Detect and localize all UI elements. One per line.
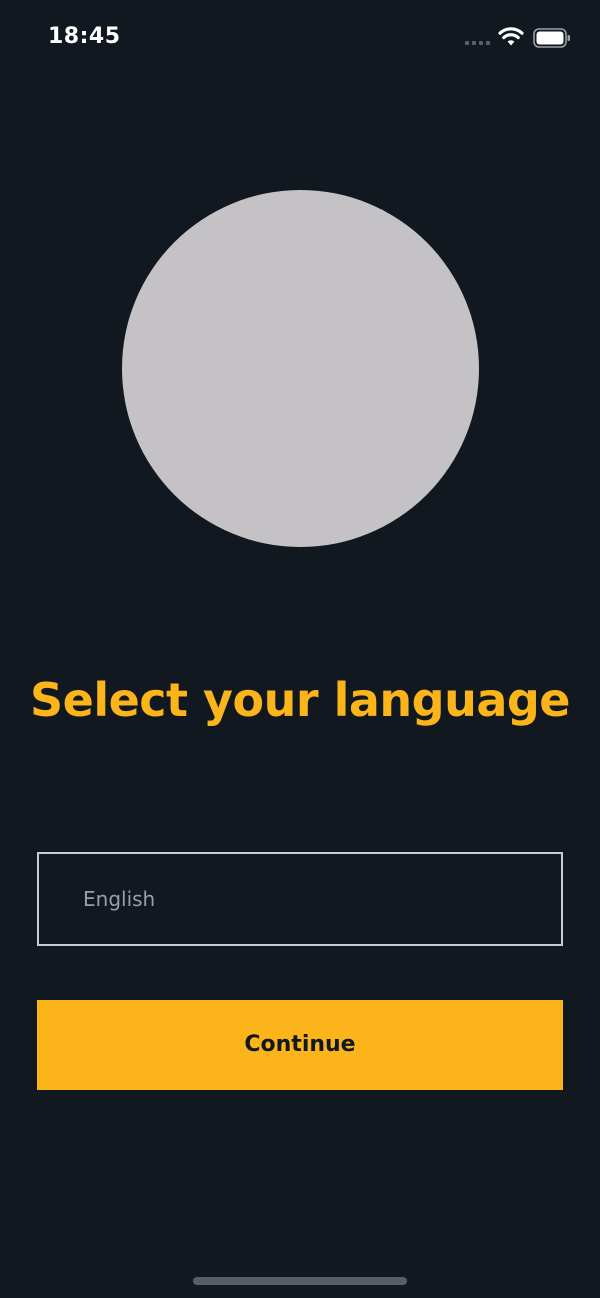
battery-icon xyxy=(533,28,570,48)
home-indicator xyxy=(193,1277,407,1285)
status-bar: 18:45 xyxy=(0,0,600,78)
status-time: 18:45 xyxy=(48,24,121,49)
illustration-placeholder xyxy=(122,190,479,547)
language-select[interactable]: English xyxy=(37,852,563,946)
page-title: Select your language xyxy=(29,673,571,727)
wifi-icon xyxy=(498,27,524,46)
language-select-value: English xyxy=(83,887,156,911)
continue-button[interactable]: Continue xyxy=(37,1000,563,1090)
signal-icon xyxy=(465,41,491,47)
